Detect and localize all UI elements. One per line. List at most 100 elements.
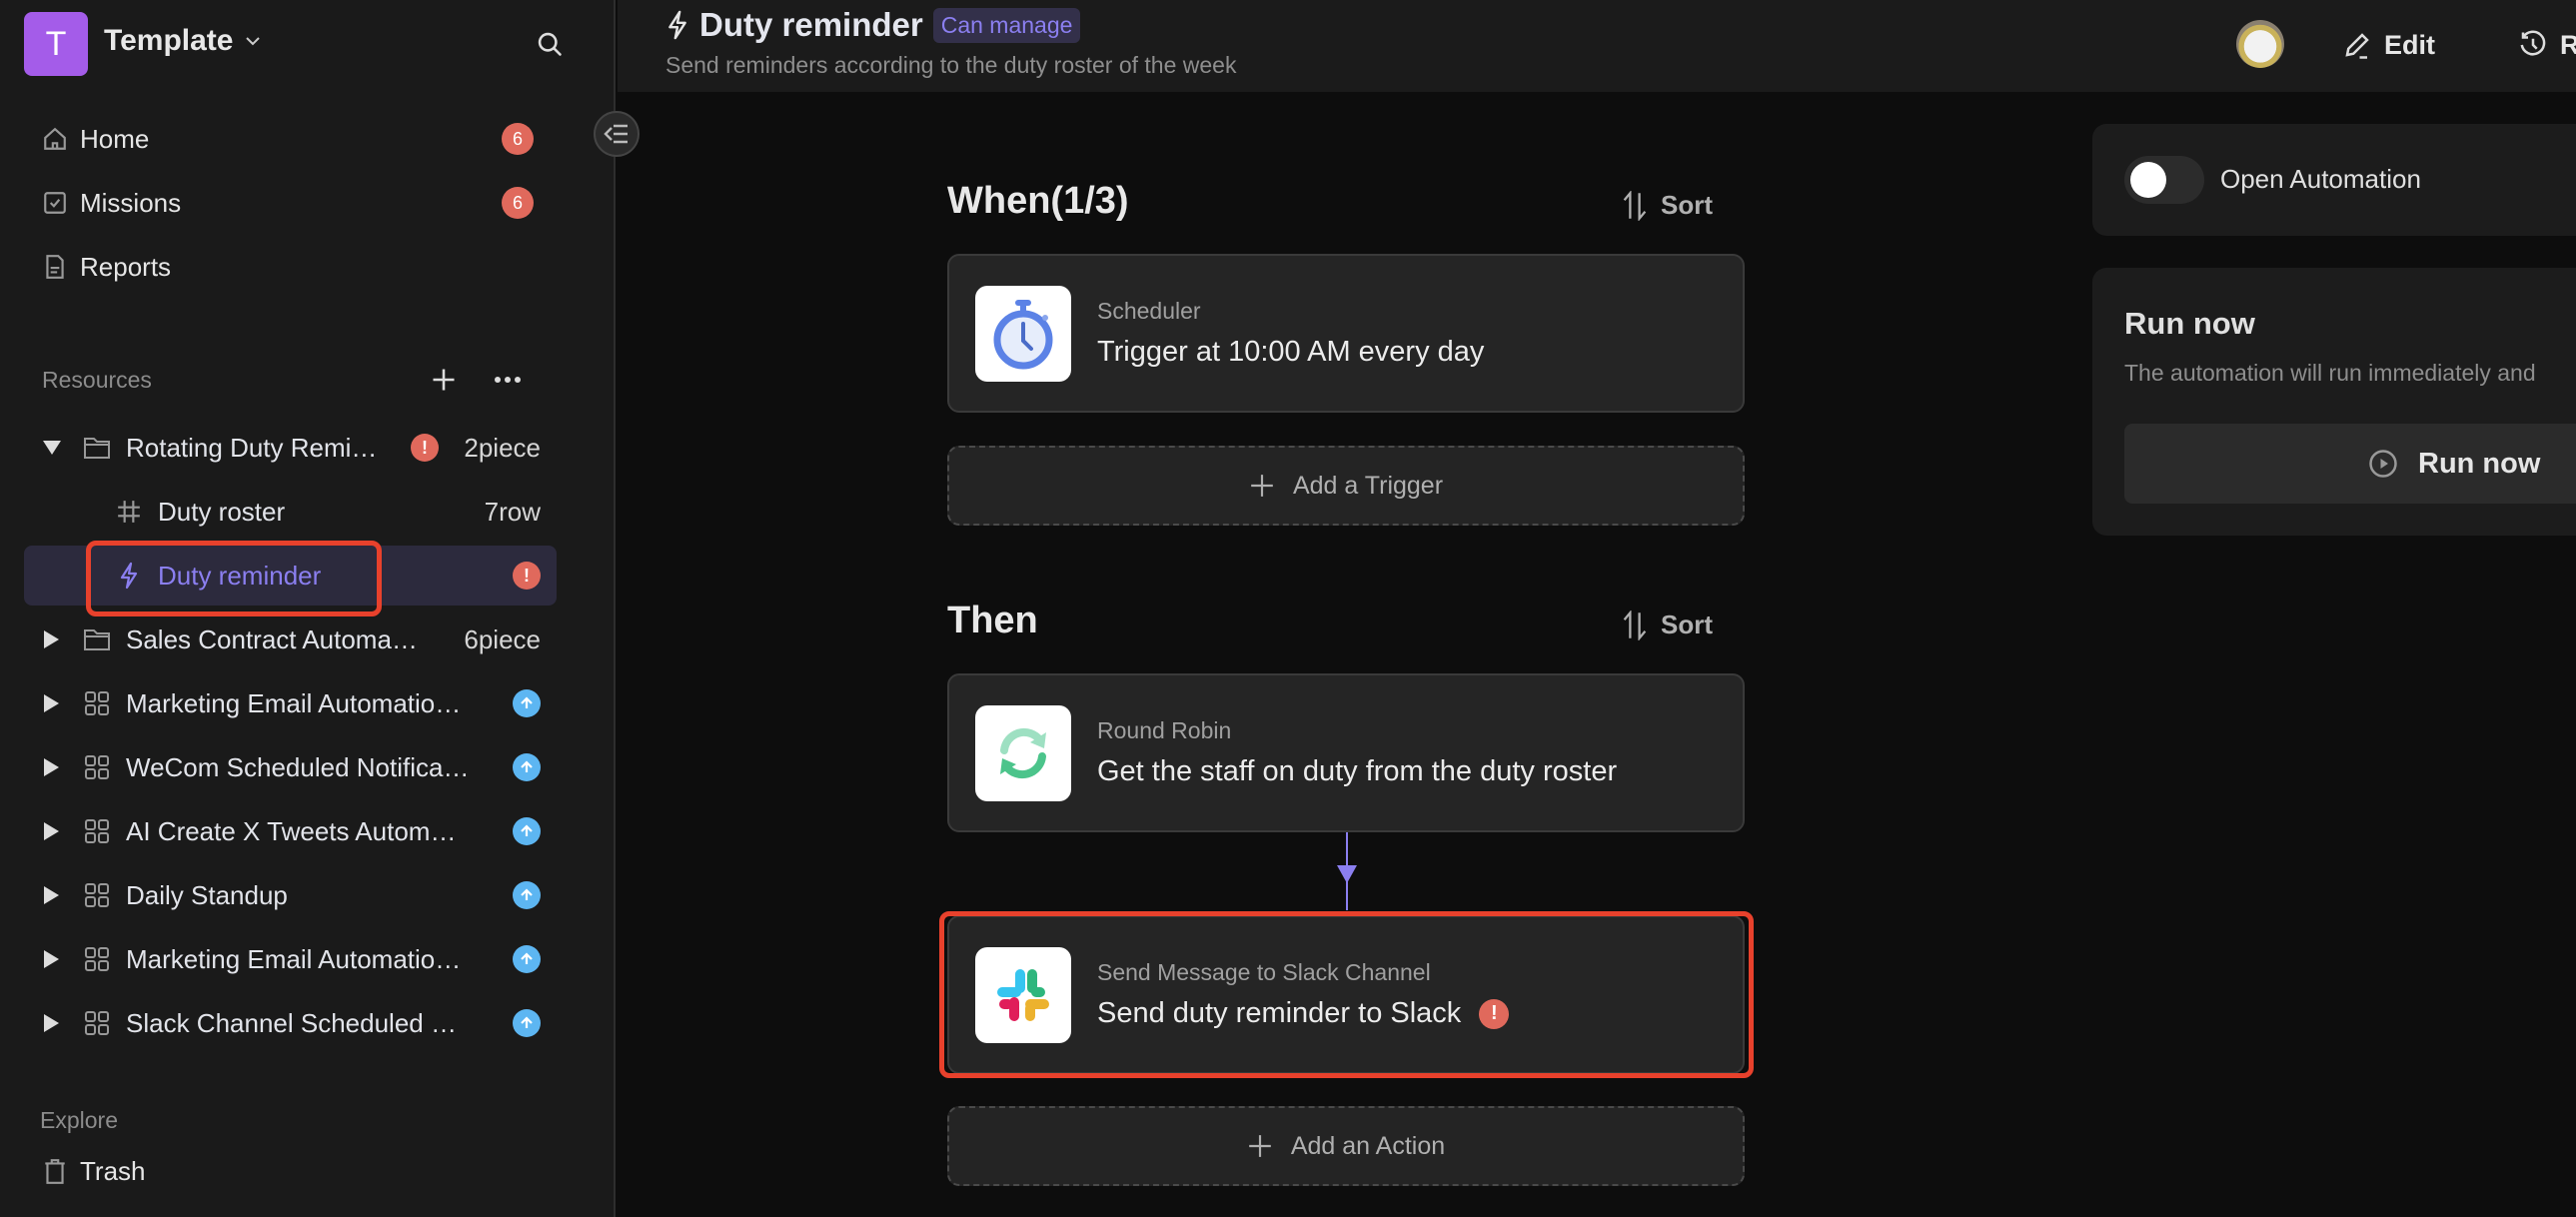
add-action-label: Add an Action [1290, 1131, 1446, 1160]
sort-label: Sort [1661, 190, 1713, 220]
play-circle-icon [2369, 450, 2397, 478]
tree-label: Duty roster [158, 496, 286, 527]
nav-label: Reports [80, 251, 172, 282]
caret-right-icon[interactable] [42, 821, 72, 841]
caret-right-icon[interactable] [42, 885, 72, 905]
sort-icon [1623, 609, 1647, 640]
plus-icon [1251, 475, 1273, 497]
caret-right-icon[interactable] [42, 629, 72, 649]
workspace-avatar[interactable]: T [24, 12, 88, 76]
collapse-sidebar-button[interactable] [594, 111, 640, 157]
item-count: 6piece [464, 623, 541, 654]
notification-badge: 6 [502, 123, 534, 155]
tree-item-template[interactable]: WeCom Scheduled Notifica… [24, 737, 557, 797]
add-action-button[interactable]: Add an Action [947, 1106, 1745, 1186]
tree-label: Daily Standup [126, 879, 288, 910]
grid-icon [80, 754, 114, 780]
upgrade-icon [513, 689, 541, 717]
tree-item-template[interactable]: Daily Standup [24, 865, 557, 925]
home-icon [40, 124, 70, 154]
plus-icon [1249, 1135, 1271, 1157]
run-now-button[interactable]: Run now [2124, 424, 2576, 504]
tree-label: WeCom Scheduled Notifica… [126, 751, 470, 782]
nav-reports[interactable]: Reports [40, 243, 540, 291]
tree-folder-rotating-duty[interactable]: Rotating Duty Remi… ! 2piece [24, 418, 557, 478]
tree-item-duty-roster[interactable]: Duty roster 7row [24, 482, 557, 542]
caret-right-icon[interactable] [42, 1013, 72, 1033]
grid-icon [80, 946, 114, 972]
upgrade-icon [513, 817, 541, 845]
nav-label: Missions [80, 187, 182, 218]
search-icon [538, 32, 562, 56]
tree-item-template[interactable]: AI Create X Tweets Autom… [24, 801, 557, 861]
search-button[interactable] [530, 24, 570, 64]
action-card-round-robin[interactable]: Round Robin Get the staff on duty from t… [947, 673, 1745, 832]
trigger-card-scheduler[interactable]: Scheduler Trigger at 10:00 AM every day [947, 254, 1745, 413]
error-icon: ! [513, 562, 541, 590]
add-trigger-button[interactable]: Add a Trigger [947, 446, 1745, 526]
grid-icon [80, 690, 114, 716]
arrow-down-icon [1337, 865, 1357, 883]
nav-label: Home [80, 123, 150, 154]
upgrade-icon [513, 1009, 541, 1037]
trash-icon [40, 1156, 70, 1186]
user-avatar[interactable] [2236, 20, 2284, 68]
action-type: Send Message to Slack Channel [1097, 959, 1431, 985]
edit-button[interactable]: Edit [2342, 22, 2435, 68]
run-now-heading: Run now [2124, 306, 2255, 341]
caret-down-icon[interactable] [42, 439, 72, 457]
run-now-label: Run now [2418, 447, 2541, 480]
resources-heading: Resources [42, 367, 152, 393]
trigger-description: Trigger at 10:00 AM every day [1097, 336, 1485, 368]
sort-label: Sort [1661, 609, 1713, 639]
tree-item-template[interactable]: Slack Channel Scheduled … [24, 993, 557, 1053]
tree-label: Marketing Email Automatio… [126, 687, 462, 718]
slack-icon [975, 947, 1071, 1043]
nav-home[interactable]: Home 6 [40, 115, 540, 163]
resources-more-button[interactable] [490, 362, 526, 398]
folder-icon [80, 627, 114, 651]
caret-right-icon[interactable] [42, 757, 72, 777]
folder-icon [80, 436, 114, 460]
collapse-left-icon [604, 124, 628, 144]
history-icon [2520, 30, 2546, 56]
more-horizontal-icon [495, 377, 521, 383]
upgrade-icon [513, 881, 541, 909]
explore-heading: Explore [40, 1107, 118, 1133]
history-button[interactable]: R [2518, 22, 2576, 68]
grid-icon [80, 882, 114, 908]
history-label: R [2560, 29, 2576, 60]
stopwatch-icon [975, 286, 1071, 382]
action-card-slack[interactable]: Send Message to Slack Channel Send duty … [947, 915, 1745, 1074]
workspace-switcher[interactable]: Template [104, 24, 263, 58]
page-header: Duty reminder Can manage Send reminders … [618, 0, 2576, 92]
row-count: 7row [484, 496, 541, 527]
nav-trash[interactable]: Trash [40, 1147, 540, 1195]
caret-right-icon[interactable] [42, 693, 72, 713]
error-icon: ! [1479, 998, 1510, 1029]
tree-label: Sales Contract Automa… [126, 623, 418, 654]
tree-item-template[interactable]: Marketing Email Automatio… [24, 929, 557, 989]
page-description: Send reminders according to the duty ros… [665, 52, 1237, 78]
notification-badge: 6 [502, 187, 534, 219]
action-type: Round Robin [1097, 717, 1232, 743]
nav-missions[interactable]: Missions 6 [40, 179, 540, 227]
caret-right-icon[interactable] [42, 949, 72, 969]
sort-triggers-button[interactable]: Sort [1621, 190, 1713, 221]
upgrade-icon [513, 945, 541, 973]
tree-item-duty-reminder[interactable]: Duty reminder ! [24, 546, 557, 606]
add-trigger-label: Add a Trigger [1292, 471, 1444, 500]
round-robin-icon [975, 705, 1071, 801]
grid-icon [80, 1010, 114, 1036]
edit-label: Edit [2384, 29, 2435, 60]
trigger-type: Scheduler [1097, 298, 1201, 324]
add-resource-button[interactable] [426, 362, 462, 398]
page-title: Duty reminder [699, 6, 923, 43]
tree-label: Slack Channel Scheduled … [126, 1007, 457, 1038]
check-square-icon [40, 188, 70, 218]
tree-item-template[interactable]: Marketing Email Automatio… [24, 673, 557, 733]
permission-badge: Can manage [932, 7, 1081, 43]
sort-actions-button[interactable]: Sort [1621, 609, 1713, 640]
open-automation-toggle[interactable] [2124, 156, 2204, 204]
tree-folder-sales-contract[interactable]: Sales Contract Automa… 6piece [24, 609, 557, 669]
